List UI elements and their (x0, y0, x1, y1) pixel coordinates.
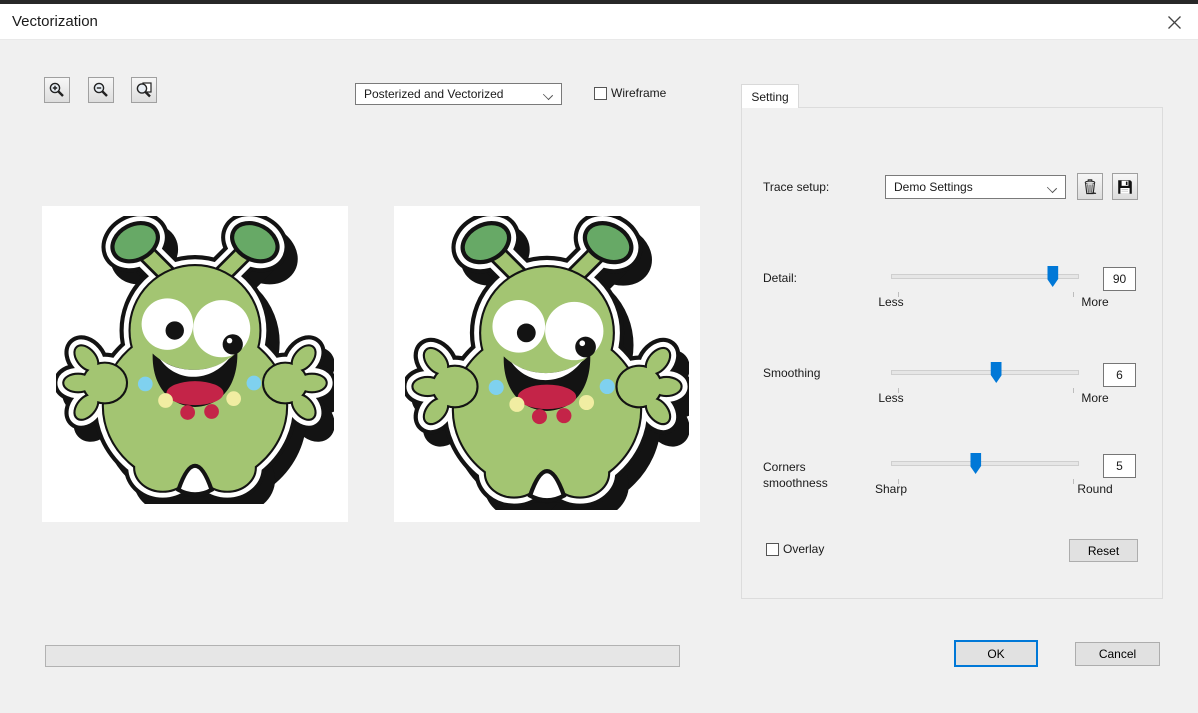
slider-tick (1073, 479, 1074, 484)
smoothing-slider-track[interactable] (891, 370, 1079, 375)
trace-setup-value: Demo Settings (894, 180, 973, 194)
corners-slider: Sharp Round (875, 453, 1113, 496)
zoom-out-button[interactable] (88, 77, 114, 103)
settings-panel: Trace setup: Demo Settings Detail: Less … (741, 107, 1163, 599)
save-preset-button[interactable] (1112, 173, 1138, 200)
zoom-fit-icon (136, 82, 152, 98)
wireframe-label: Wireframe (611, 86, 667, 100)
wireframe-checkbox[interactable] (594, 86, 607, 100)
detail-slider: Less More (878, 266, 1109, 309)
close-button[interactable] (1158, 6, 1190, 38)
corners-value-field[interactable]: 5 (1103, 454, 1136, 478)
overlay-option: Overlay (766, 542, 824, 556)
trash-can-icon (1084, 178, 1097, 194)
zoom-fit-button[interactable] (131, 77, 157, 103)
detail-value-field[interactable]: 90 (1103, 267, 1136, 291)
slider-tick (1073, 292, 1074, 297)
progress-bar (45, 645, 680, 667)
corners-max-label: Round (1077, 482, 1113, 496)
smoothing-slider: Less More (878, 362, 1109, 405)
overlay-label: Overlay (783, 542, 825, 556)
corners-min-label: Sharp (874, 482, 908, 496)
detail-min-label: Less (878, 295, 904, 309)
zoom-in-icon (49, 82, 64, 97)
corners-slider-thumb[interactable] (970, 453, 982, 474)
trace-setup-select[interactable]: Demo Settings (885, 175, 1066, 199)
preview-vectorized-image (394, 206, 700, 522)
detail-slider-label: Detail: (763, 271, 798, 285)
render-mode-select[interactable]: Posterized and Vectorized (355, 83, 562, 105)
overlay-checkbox[interactable] (766, 542, 779, 556)
smoothing-min-label: Less (878, 391, 904, 405)
detail-max-label: More (1081, 295, 1109, 309)
ok-button[interactable]: OK (954, 640, 1038, 667)
preview-original-image (42, 206, 348, 522)
delete-preset-button[interactable] (1077, 173, 1103, 200)
corners-slider-label: Corners smoothness (763, 460, 828, 490)
smoothing-slider-label: Smoothing (763, 366, 821, 380)
smoothing-slider-thumb[interactable] (990, 362, 1002, 383)
titlebar: Vectorization (0, 4, 1198, 40)
corners-value: 5 (1116, 459, 1123, 473)
wireframe-option: Wireframe (594, 86, 666, 100)
close-icon (1167, 15, 1181, 29)
window-title: Vectorization (12, 13, 98, 30)
chevron-down-icon (544, 90, 553, 99)
zoom-out-icon (93, 82, 108, 97)
detail-slider-thumb[interactable] (1047, 266, 1059, 287)
tab-setting-label: Setting (751, 89, 789, 104)
chevron-down-icon (1048, 183, 1057, 192)
smoothing-max-label: More (1081, 391, 1109, 405)
slider-tick (1073, 388, 1074, 393)
smoothing-value-field[interactable]: 6 (1103, 363, 1136, 387)
floppy-disk-icon (1118, 179, 1132, 194)
tab-setting[interactable]: Setting (741, 84, 799, 108)
cancel-button[interactable]: Cancel (1075, 642, 1160, 666)
detail-value: 90 (1112, 272, 1127, 286)
smoothing-value: 6 (1116, 368, 1123, 382)
render-mode-value: Posterized and Vectorized (364, 87, 504, 101)
zoom-in-button[interactable] (44, 77, 70, 103)
trace-setup-label: Trace setup: (763, 180, 830, 194)
reset-button[interactable]: Reset (1069, 539, 1138, 562)
corners-slider-track[interactable] (891, 461, 1079, 466)
monster-illustration-vectorized (405, 216, 689, 510)
monster-illustration-original (56, 216, 334, 504)
